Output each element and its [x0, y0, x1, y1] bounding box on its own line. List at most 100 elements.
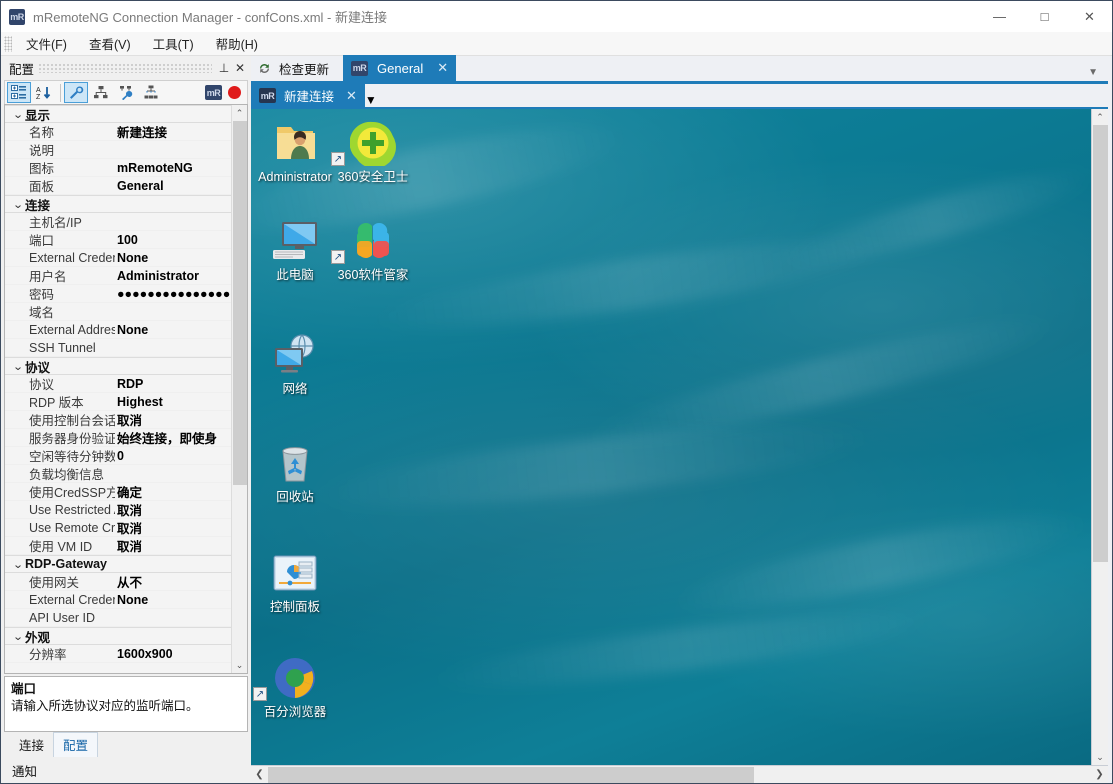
property-row[interactable]: RDP 版本 Highest: [5, 393, 231, 411]
property-value[interactable]: General: [115, 179, 231, 193]
property-value[interactable]: Administrator: [115, 269, 231, 283]
desktop-icon-this-pc[interactable]: 此电脑: [251, 217, 339, 283]
property-row[interactable]: 名称 新建连接: [5, 123, 231, 141]
property-value[interactable]: 确定: [115, 482, 231, 501]
desktop-icon-recycle-bin[interactable]: 回收站: [251, 439, 339, 505]
property-row[interactable]: 使用CredSSP方式确定: [5, 483, 231, 501]
chevron-down-icon[interactable]: ⌄: [10, 558, 27, 571]
tab-config[interactable]: 配置: [53, 732, 99, 757]
tab-new-connection[interactable]: mR 新建连接 ✕: [251, 84, 365, 107]
tab-row-dropdown-icon[interactable]: ▼: [1088, 67, 1098, 78]
properties-wrench-icon[interactable]: [64, 82, 88, 103]
property-row[interactable]: 使用 VM ID 取消: [5, 537, 231, 555]
property-row[interactable]: 主机名/IP: [5, 213, 231, 231]
chevron-down-icon[interactable]: ⌄: [10, 198, 27, 211]
property-row[interactable]: 面板 General: [5, 177, 231, 195]
property-scrollbar[interactable]: ⌃ ⌄: [231, 105, 247, 673]
property-value[interactable]: 取消: [115, 518, 231, 537]
desktop-icon-baifen-browser[interactable]: ↗ 百分浏览器: [251, 654, 339, 720]
property-value[interactable]: 从不: [115, 572, 231, 591]
property-value[interactable]: ●●●●●●●●●●●●●●●: [115, 287, 231, 301]
chevron-down-icon[interactable]: ⌄: [10, 360, 27, 373]
remote-desktop-canvas[interactable]: Administrator ↗ 360安全卫士 此电脑 ↗ 360软件管家 网络…: [251, 109, 1091, 765]
property-value[interactable]: 取消: [115, 410, 231, 429]
property-value[interactable]: 新建连接: [115, 122, 231, 141]
categorized-view-icon[interactable]: [7, 82, 31, 103]
scroll-down-icon[interactable]: ⌄: [232, 657, 247, 673]
menu-view[interactable]: 查看(V): [78, 31, 142, 56]
maximize-button[interactable]: □: [1022, 1, 1067, 32]
property-row[interactable]: External CredentiNone: [5, 591, 231, 609]
property-category[interactable]: ⌄ 连接: [5, 195, 231, 213]
desktop-scroll-right-icon[interactable]: ❯: [1091, 769, 1108, 780]
desktop-hscroll-thumb[interactable]: [268, 766, 754, 783]
property-category[interactable]: ⌄ 协议: [5, 357, 231, 375]
property-value[interactable]: None: [115, 323, 231, 337]
alphabetical-sort-icon[interactable]: AZ: [32, 82, 56, 103]
property-category[interactable]: ⌄ RDP-Gateway: [5, 555, 231, 573]
minimize-button[interactable]: —: [977, 1, 1022, 32]
property-row[interactable]: 用户名 Administrator: [5, 267, 231, 285]
property-row[interactable]: 空闲等待分钟数 0: [5, 447, 231, 465]
scroll-up-icon[interactable]: ⌃: [232, 105, 247, 121]
desktop-scroll-thumb[interactable]: [1093, 125, 1108, 562]
property-row[interactable]: 域名: [5, 303, 231, 321]
property-value[interactable]: 0: [115, 449, 231, 463]
desktop-icon-360-software-manager[interactable]: ↗ 360软件管家: [329, 217, 417, 283]
property-row[interactable]: 图标 mRemoteNG: [5, 159, 231, 177]
property-value[interactable]: RDP: [115, 377, 231, 391]
desktop-icon-360-safe-guard[interactable]: ↗ 360安全卫士: [329, 119, 417, 185]
property-row[interactable]: 端口 100: [5, 231, 231, 249]
property-row[interactable]: Use Restricted A 取消: [5, 501, 231, 519]
chevron-down-icon[interactable]: ⌄: [10, 630, 27, 643]
check-updates-button[interactable]: 检查更新: [251, 55, 343, 81]
menu-tools[interactable]: 工具(T): [142, 31, 205, 56]
property-row[interactable]: 分辨率 1600x900: [5, 645, 231, 663]
tab-general-close-icon[interactable]: ✕: [437, 60, 448, 76]
close-button[interactable]: ✕: [1067, 1, 1112, 32]
property-row[interactable]: External Address None: [5, 321, 231, 339]
property-value[interactable]: None: [115, 593, 231, 607]
mremoteng-badge-icon[interactable]: mR: [205, 85, 222, 100]
desktop-icon-administrator[interactable]: Administrator: [251, 119, 339, 185]
tab-new-connection-close-icon[interactable]: ✕: [346, 88, 357, 104]
property-row[interactable]: 使用网关 从不: [5, 573, 231, 591]
desktop-icon-network[interactable]: 网络: [251, 331, 339, 397]
property-row[interactable]: 使用控制台会话 取消: [5, 411, 231, 429]
desktop-vertical-scrollbar[interactable]: ⌃ ⌄: [1091, 109, 1108, 765]
desktop-scroll-down-icon[interactable]: ⌄: [1092, 749, 1108, 765]
property-list[interactable]: ⌄ 显示 名称 新建连接 说明 图标 mRemoteNG 面板 General ⌄ 连接 主机名/IP…: [5, 105, 231, 673]
property-row[interactable]: API User ID: [5, 609, 231, 627]
property-value[interactable]: 100: [115, 233, 231, 247]
desktop-scroll-track[interactable]: [1092, 125, 1108, 749]
menu-help[interactable]: 帮助(H): [205, 31, 269, 56]
property-value[interactable]: 始终连接，即使身: [115, 428, 231, 447]
property-value[interactable]: 1600x900: [115, 647, 231, 661]
property-row[interactable]: 协议 RDP: [5, 375, 231, 393]
menu-file[interactable]: 文件(F): [15, 31, 78, 56]
property-row[interactable]: Use Remote Cred取消: [5, 519, 231, 537]
record-indicator-icon[interactable]: [228, 86, 241, 99]
property-category[interactable]: ⌄ 显示: [5, 105, 231, 123]
property-value[interactable]: Highest: [115, 395, 231, 409]
desktop-horizontal-scrollbar[interactable]: ❮ ❯: [251, 765, 1108, 783]
connection-tab-dropdown-icon[interactable]: ▼: [365, 93, 377, 107]
panel-close-icon[interactable]: ✕: [232, 61, 248, 75]
tab-general[interactable]: mR General ✕: [343, 55, 457, 81]
default-properties-icon[interactable]: [114, 82, 138, 103]
property-value[interactable]: None: [115, 251, 231, 265]
tab-connections[interactable]: 连接: [10, 733, 53, 757]
default-inheritance-icon[interactable]: [139, 82, 163, 103]
desktop-scroll-up-icon[interactable]: ⌃: [1092, 109, 1108, 125]
property-row[interactable]: 服务器身份验证 始终连接，即使身: [5, 429, 231, 447]
menu-grip[interactable]: [4, 35, 12, 52]
property-row[interactable]: SSH Tunnel: [5, 339, 231, 357]
desktop-scroll-left-icon[interactable]: ❮: [251, 769, 268, 780]
pin-icon[interactable]: ⊥: [216, 61, 232, 75]
property-row[interactable]: 说明: [5, 141, 231, 159]
property-category[interactable]: ⌄ 外观: [5, 627, 231, 645]
chevron-down-icon[interactable]: ⌄: [10, 108, 27, 121]
desktop-icon-control-panel[interactable]: 控制面板: [251, 549, 339, 615]
scroll-thumb[interactable]: [233, 121, 247, 486]
inheritance-icon[interactable]: [89, 82, 113, 103]
